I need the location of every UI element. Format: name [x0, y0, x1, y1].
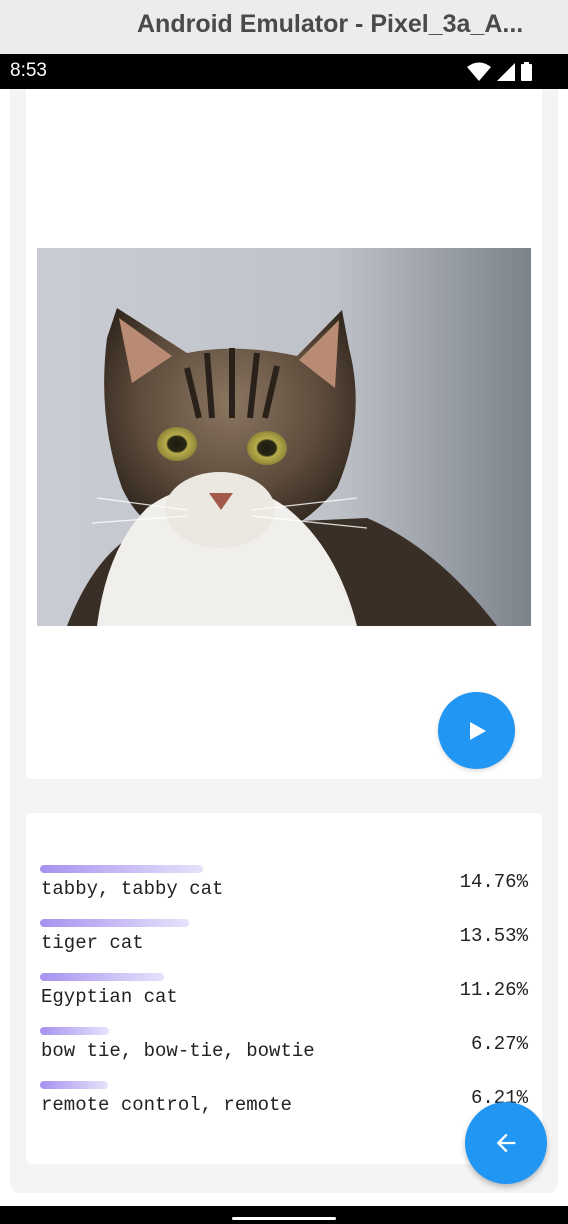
confidence-bar	[40, 1027, 109, 1035]
prediction-row: Egyptian cat 11.26%	[40, 973, 528, 1013]
back-fab-button[interactable]	[465, 1102, 547, 1184]
image-card	[26, 89, 542, 779]
prediction-percent: 13.53%	[459, 925, 528, 947]
window-title: Android Emulator - Pixel_3a_A...	[137, 10, 524, 38]
signal-icon	[497, 62, 515, 81]
prediction-label: tabby, tabby cat	[41, 878, 224, 900]
prediction-row: remote control, remote 6.21%	[40, 1081, 528, 1121]
confidence-bar	[40, 919, 189, 927]
prediction-label: tiger cat	[41, 932, 144, 954]
prediction-row: tiger cat 13.53%	[40, 919, 528, 959]
app-content: tabby, tabby cat 14.76% tiger cat 13.53%…	[0, 89, 568, 1206]
prediction-label: remote control, remote	[41, 1094, 292, 1116]
confidence-bar	[40, 973, 164, 981]
wifi-icon	[467, 62, 491, 81]
prediction-percent: 6.27%	[470, 1033, 528, 1055]
predictions-card: tabby, tabby cat 14.76% tiger cat 13.53%…	[26, 813, 542, 1164]
status-bar: 8:53	[0, 54, 568, 89]
battery-icon	[521, 62, 532, 81]
prediction-label: Egyptian cat	[41, 986, 178, 1008]
prediction-label: bow tie, bow-tie, bowtie	[41, 1040, 315, 1062]
status-icons	[467, 62, 532, 81]
play-icon	[469, 721, 486, 740]
confidence-bar	[40, 1081, 108, 1089]
status-time: 8:53	[10, 60, 47, 81]
content-container: tabby, tabby cat 14.76% tiger cat 13.53%…	[10, 89, 558, 1193]
prediction-percent: 11.26%	[459, 979, 528, 1001]
home-gesture-handle[interactable]	[232, 1217, 336, 1220]
run-classification-button[interactable]	[438, 692, 515, 769]
navigation-bar	[0, 1206, 568, 1224]
prediction-row: bow tie, bow-tie, bowtie 6.27%	[40, 1027, 528, 1067]
emulator-title-bar: Android Emulator - Pixel_3a_A...	[0, 0, 568, 55]
prediction-percent: 14.76%	[459, 871, 528, 893]
arrow-back-icon	[496, 1133, 516, 1153]
cat-image	[37, 248, 531, 626]
confidence-bar	[40, 865, 203, 873]
prediction-row: tabby, tabby cat 14.76%	[40, 865, 528, 905]
